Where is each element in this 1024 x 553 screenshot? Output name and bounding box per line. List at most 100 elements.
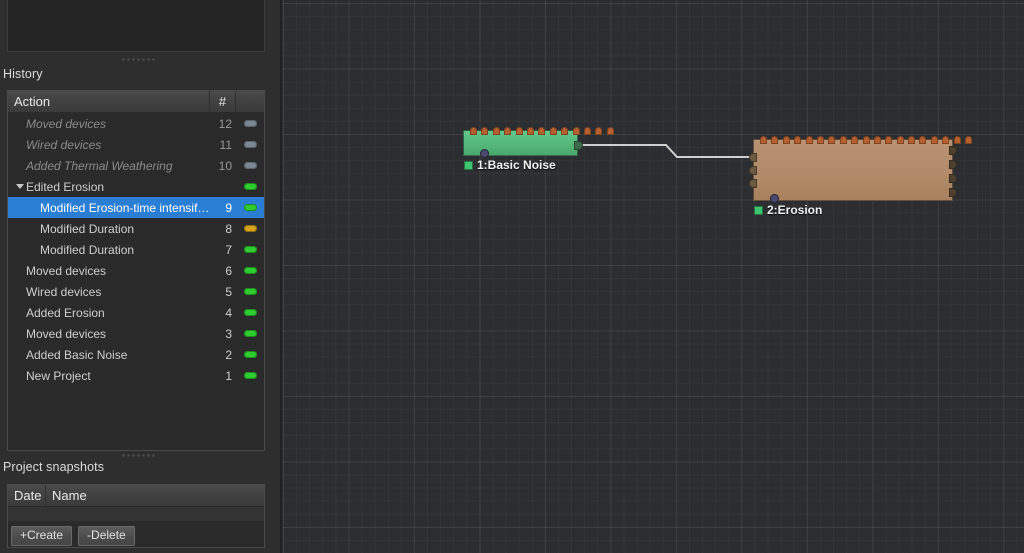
pin-icon[interactable]: [828, 136, 836, 144]
pin-icon[interactable]: [873, 136, 881, 144]
chevron-down-icon[interactable]: [16, 184, 24, 189]
history-row[interactable]: Moved devices 3: [8, 323, 264, 344]
pin-icon[interactable]: [771, 136, 779, 144]
pin-icon[interactable]: [583, 127, 591, 135]
pin-icon[interactable]: [965, 136, 973, 144]
history-row[interactable]: Modified Duration 8: [8, 218, 264, 239]
node-basic-noise-label-text: 1:Basic Noise: [477, 158, 556, 172]
pin-icon[interactable]: [538, 127, 546, 135]
history-table[interactable]: Action # Moved devices 12 Wired devices 11 A…: [7, 90, 265, 451]
history-row[interactable]: Wired devices 11: [8, 134, 264, 155]
history-row-flag[interactable]: [236, 120, 264, 127]
pin-icon[interactable]: [839, 136, 847, 144]
node-basic-noise-knob[interactable]: [480, 149, 489, 158]
history-row[interactable]: New Project 1: [8, 365, 264, 386]
splitter-handle-top[interactable]: [0, 54, 276, 64]
node-erosion-knob[interactable]: [770, 194, 779, 203]
snapshots-column-name[interactable]: Name: [46, 485, 264, 506]
node-erosion-output-pin-1[interactable]: [949, 146, 957, 155]
history-row-flag[interactable]: [236, 267, 264, 274]
pin-icon[interactable]: [862, 136, 870, 144]
history-row[interactable]: Moved devices 6: [8, 260, 264, 281]
node-erosion-output-pin-4[interactable]: [949, 188, 957, 197]
history-row-flag[interactable]: [236, 309, 264, 316]
pin-icon[interactable]: [953, 136, 961, 144]
delete-snapshot-button[interactable]: -Delete: [78, 526, 135, 546]
node-basic-noise-top-pins[interactable]: [470, 127, 614, 135]
history-section-title: History: [3, 67, 43, 81]
pin-icon[interactable]: [470, 127, 477, 135]
history-row[interactable]: Added Basic Noise 2: [8, 344, 264, 365]
history-row-flag[interactable]: [236, 162, 264, 169]
history-row[interactable]: Added Erosion 4: [8, 302, 264, 323]
history-column-action[interactable]: Action: [8, 91, 210, 112]
history-row[interactable]: Modified Duration 7: [8, 239, 264, 260]
history-row[interactable]: Moved devices 12: [8, 113, 264, 134]
history-row-flag[interactable]: [236, 246, 264, 253]
history-row-flag[interactable]: [236, 183, 264, 190]
pin-icon[interactable]: [942, 136, 950, 144]
history-row-label: Modified Duration: [40, 221, 135, 236]
history-row[interactable]: Modified Erosion-time intensifier 9: [8, 197, 264, 218]
pin-icon[interactable]: [481, 127, 489, 135]
node-erosion-top-pins[interactable]: [760, 136, 973, 144]
history-row-label: Moved devices: [26, 326, 107, 341]
history-row-flag[interactable]: [236, 372, 264, 379]
history-row-flag[interactable]: [236, 351, 264, 358]
node-erosion-output-pin-2[interactable]: [949, 160, 957, 169]
pin-icon[interactable]: [885, 136, 893, 144]
node-erosion-input-pin-1[interactable]: [749, 153, 757, 162]
pin-icon[interactable]: [919, 136, 927, 144]
history-row-label: Added Erosion: [26, 305, 105, 320]
history-row[interactable]: Edited Erosion: [8, 176, 264, 197]
node-basic-noise-output-pin[interactable]: [574, 141, 583, 150]
snapshots-empty-body[interactable]: [8, 507, 264, 521]
history-row-flag[interactable]: [236, 204, 264, 211]
splitter-handle-bottom[interactable]: [0, 450, 276, 460]
pin-icon[interactable]: [805, 136, 813, 144]
pin-icon[interactable]: [851, 136, 859, 144]
history-row-flag[interactable]: [236, 288, 264, 295]
empty-top-panel[interactable]: [7, 0, 265, 52]
pin-icon[interactable]: [561, 127, 569, 135]
history-row[interactable]: Added Thermal Weathering 10: [8, 155, 264, 176]
status-pill-icon: [243, 162, 257, 169]
pin-icon[interactable]: [515, 127, 523, 135]
pin-icon[interactable]: [760, 136, 767, 144]
node-basic-noise-body[interactable]: [463, 127, 614, 158]
pin-icon[interactable]: [572, 127, 580, 135]
pin-icon[interactable]: [930, 136, 938, 144]
node-erosion-label: 2:Erosion: [754, 203, 822, 217]
pin-icon[interactable]: [606, 127, 614, 135]
snapshots-column-date[interactable]: Date: [8, 485, 46, 506]
snapshots-table[interactable]: Date Name +Create -Delete: [7, 484, 265, 548]
history-column-number[interactable]: #: [210, 91, 236, 112]
pin-icon[interactable]: [595, 127, 603, 135]
history-row-number: 7: [225, 242, 232, 257]
node-basic-noise[interactable]: 1:Basic Noise: [463, 127, 614, 172]
node-status-chip-icon: [464, 160, 473, 170]
history-row-flag[interactable]: [236, 225, 264, 232]
pin-icon[interactable]: [896, 136, 904, 144]
node-erosion-output-pin-3[interactable]: [949, 174, 957, 183]
history-row-flag[interactable]: [236, 141, 264, 148]
pin-icon[interactable]: [492, 127, 500, 135]
pin-icon[interactable]: [526, 127, 534, 135]
history-row-number: 4: [225, 305, 232, 320]
pin-icon[interactable]: [549, 127, 557, 135]
history-row[interactable]: Wired devices 5: [8, 281, 264, 302]
node-graph-canvas[interactable]: 1:Basic Noise 2:Erosion: [280, 0, 1024, 553]
node-erosion[interactable]: 2:Erosion: [749, 136, 973, 217]
pin-icon[interactable]: [794, 136, 802, 144]
history-row-label: Wired devices: [26, 284, 102, 299]
pin-icon[interactable]: [816, 136, 824, 144]
history-column-flag[interactable]: [236, 91, 264, 112]
pin-icon[interactable]: [908, 136, 916, 144]
create-snapshot-button[interactable]: +Create: [11, 526, 73, 546]
history-row-flag[interactable]: [236, 330, 264, 337]
node-erosion-body[interactable]: [749, 136, 973, 203]
node-erosion-input-pin-3[interactable]: [749, 179, 757, 188]
node-erosion-input-pin-2[interactable]: [749, 166, 757, 175]
pin-icon[interactable]: [782, 136, 790, 144]
pin-icon[interactable]: [504, 127, 512, 135]
